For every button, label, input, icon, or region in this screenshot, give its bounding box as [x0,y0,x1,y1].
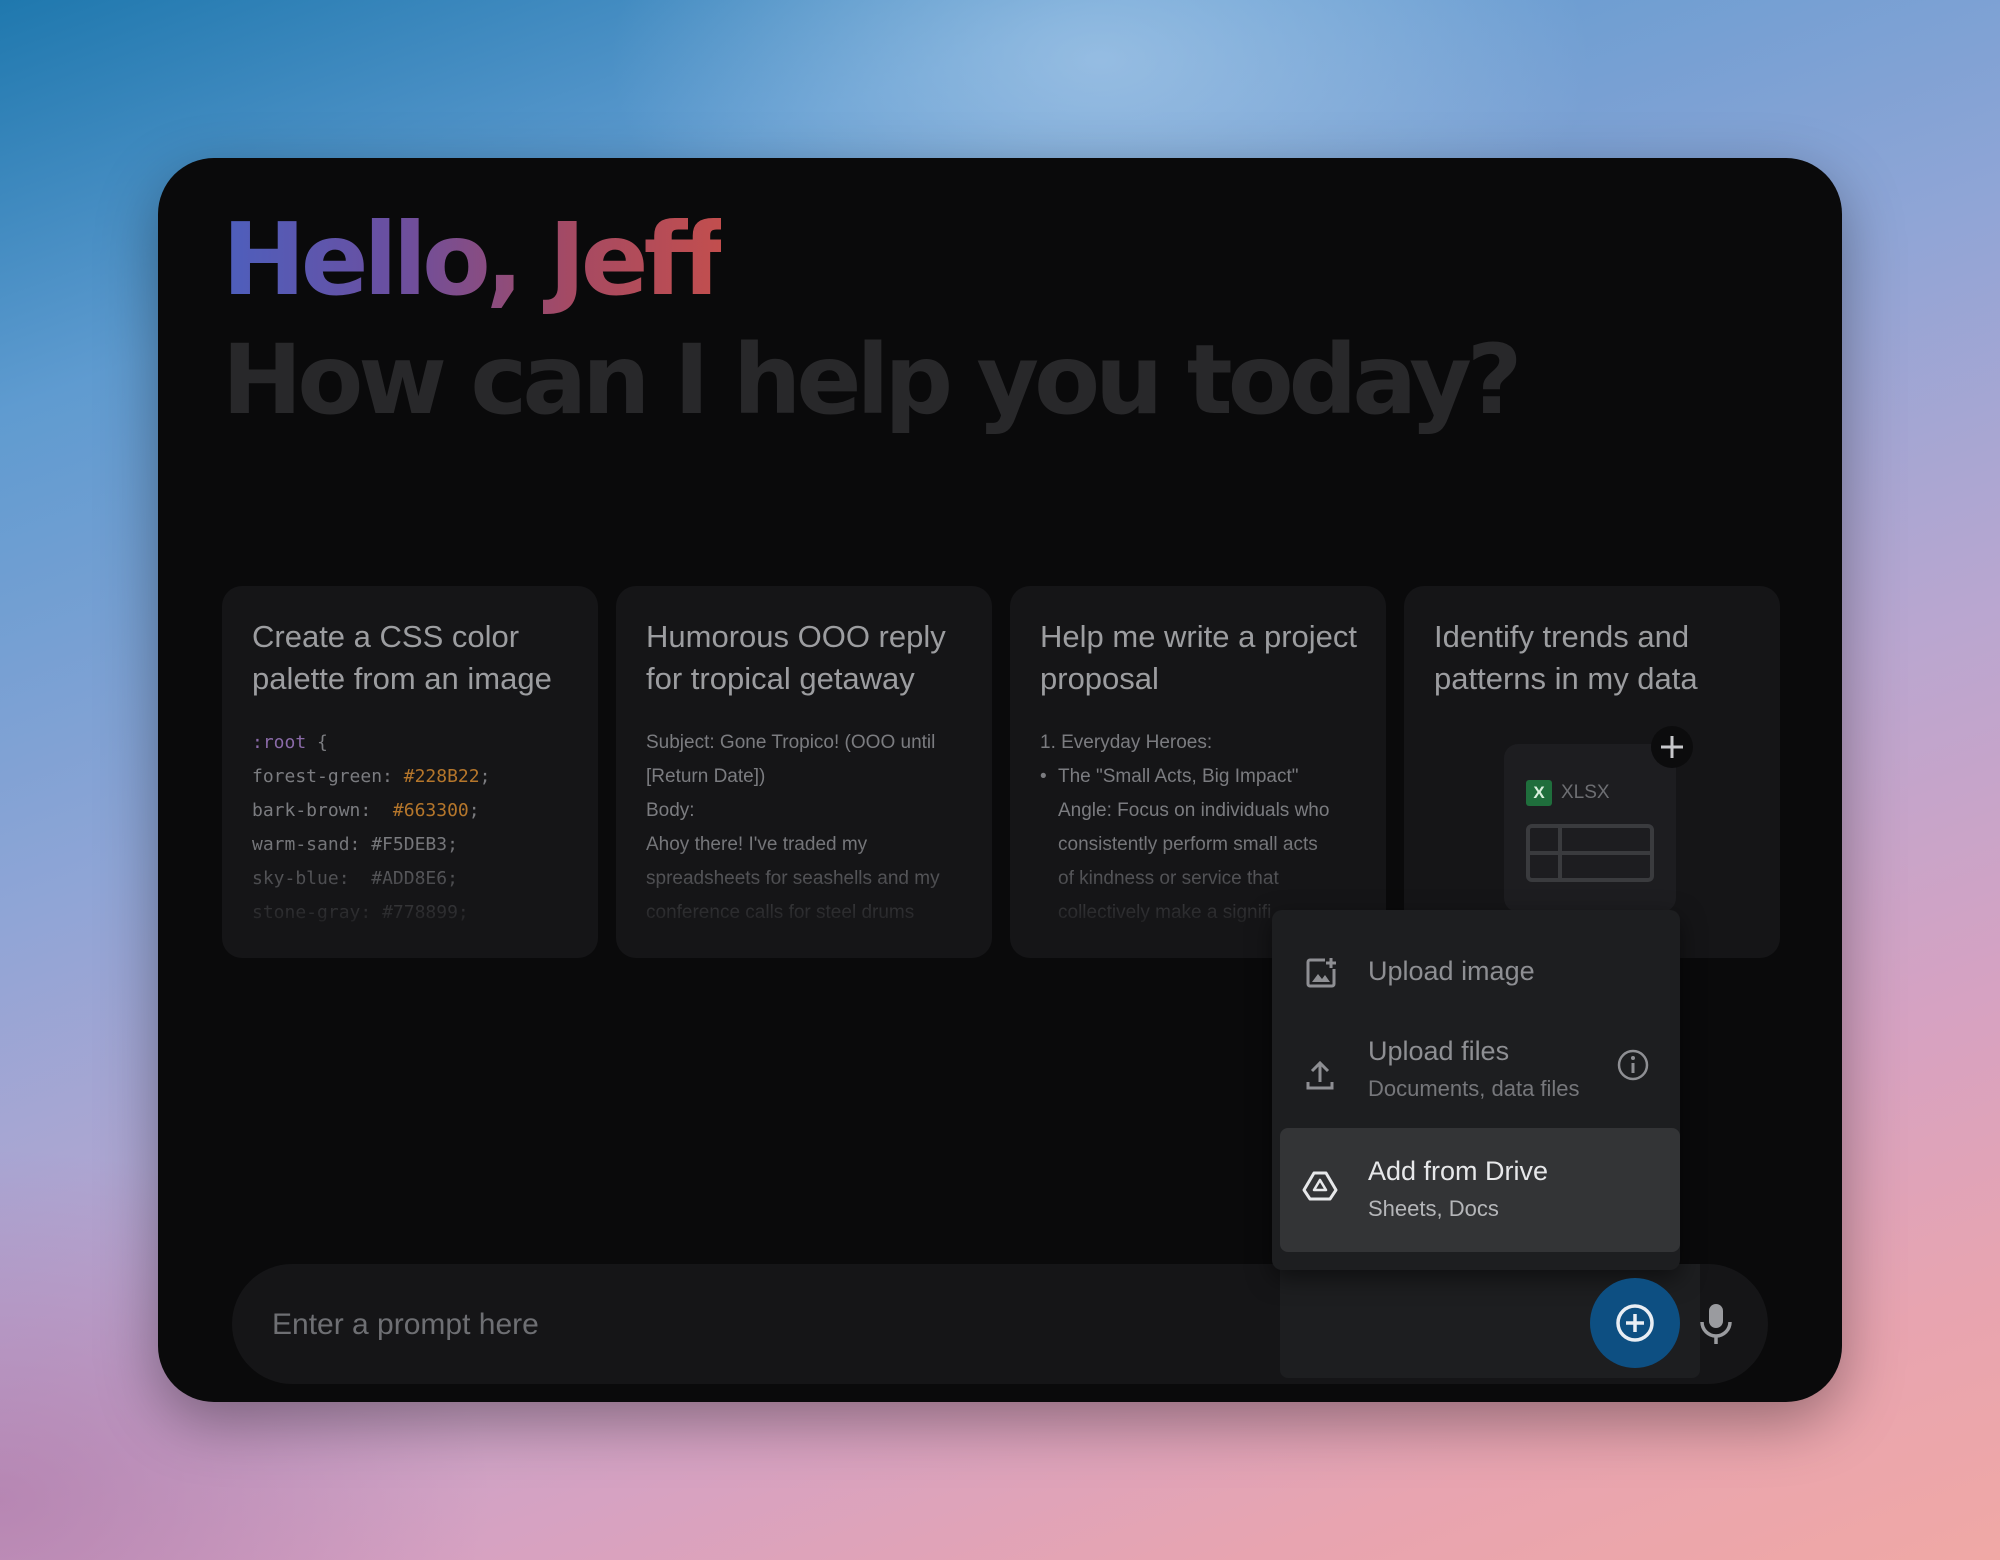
info-icon[interactable] [1616,1048,1650,1082]
add-file-button[interactable] [1651,726,1693,768]
app-window: Hello, Jeff How can I help you today? Cr… [158,158,1842,1402]
code-line: sky-blue: #ADD8E6; [252,868,458,889]
menu-item-sublabel: Documents, data files [1368,1076,1580,1101]
suggestion-card-project-proposal[interactable]: Help me write a project proposal 1. Ever… [1010,586,1386,958]
card-title: Humorous OOO reply for tropical getaway [646,619,946,696]
card-title: Create a CSS color palette from an image [252,619,552,696]
menu-item-add-from-drive[interactable]: Add from Drive Sheets, Docs [1280,1128,1680,1252]
greeting-title: Hello, Jeff [222,201,726,318]
greeting-subtitle: How can I help you today? [222,324,1522,436]
menu-item-label: Upload files [1368,1036,1510,1066]
menu-item-sublabel: Sheets, Docs [1368,1196,1499,1221]
xlsx-file-preview: X XLSX [1504,744,1676,912]
upload-icon [1306,1060,1334,1090]
preview-line: consistently perform small acts [1058,834,1318,855]
suggestion-card-data-trends[interactable]: Identify trends and patterns in my data … [1404,586,1780,958]
prompt-input[interactable] [270,1264,1274,1386]
suggestion-card-css-palette[interactable]: Create a CSS color palette from an image… [222,586,598,958]
preview-line: spreadsheets for seashells and my [646,868,940,889]
preview-bullet: The "Small Acts, Big Impact" [1040,760,1370,794]
code-line: bark-brown: #663300; [252,800,480,821]
suggestion-card-ooo-reply[interactable]: Humorous OOO reply for tropical getaway … [616,586,992,958]
menu-item-label: Upload image [1368,956,1535,986]
plus-icon [1661,736,1683,758]
card-title: Identify trends and patterns in my data [1434,619,1698,696]
microphone-icon [1700,1304,1732,1344]
preview-line: Ahoy there! I've traded my [646,834,868,855]
excel-icon: X [1526,780,1552,806]
code-line: warm-sand: #F5DEB3; [252,834,458,855]
code-line: stone-gray: #778899; [252,902,469,923]
menu-item-upload-image[interactable]: Upload image [1272,928,1680,1018]
menu-item-label: Add from Drive [1368,1156,1549,1186]
preview-line: conference calls for steel drums [646,902,915,923]
attachment-menu: Upload image Upload files Documents, dat… [1272,910,1680,1270]
menu-item-upload-files[interactable]: Upload files Documents, data files [1272,1022,1680,1126]
preview-heading: 1. Everyday Heroes: [1040,732,1213,753]
code-brace: { [306,732,328,753]
code-selector: :root [252,732,307,753]
card-title: Help me write a project proposal [1040,619,1358,696]
spreadsheet-icon [1526,824,1654,882]
card-text-preview: Subject: Gone Tropico! (OOO until [Retur… [646,726,976,930]
code-line: forest-green: #228B22; [252,766,491,787]
add-photo-icon [1306,958,1336,988]
preview-line: of kindness or service that [1058,868,1279,889]
preview-line: Subject: Gone Tropico! (OOO until [646,732,936,753]
microphone-button[interactable] [1694,1300,1738,1348]
preview-line: [Return Date]) [646,766,766,787]
add-attachment-button[interactable] [1590,1278,1680,1368]
preview-line: Body: [646,800,695,821]
card-text-preview: 1. Everyday Heroes: The "Small Acts, Big… [1040,726,1370,930]
card-code-preview: :root { forest-green: #228B22; bark-brow… [252,726,582,930]
preview-line: Angle: Focus on individuals who [1058,800,1330,821]
file-type-label: XLSX [1561,782,1610,803]
drive-icon [1302,1171,1338,1201]
add-circle-icon [1616,1304,1654,1342]
